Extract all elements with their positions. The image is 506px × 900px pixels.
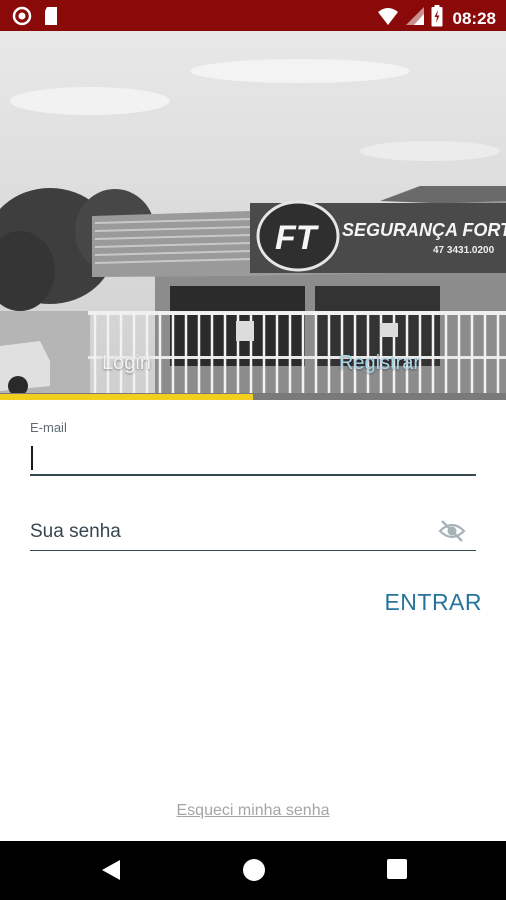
recents-icon[interactable] [386,858,408,885]
forgot-password-link[interactable]: Esqueci minha senha [0,802,506,820]
wifi-icon [377,6,399,31]
tab-registrar[interactable]: Registrar [253,352,506,382]
navigation-bar [0,841,506,900]
sign-logo: FT [275,219,320,257]
storefront-photo: FT SEGURANÇA FORTE 47 3431.0200 [0,31,506,400]
header-photo: FT SEGURANÇA FORTE 47 3431.0200 [0,31,506,400]
email-label: E-mail [30,420,67,435]
record-icon [12,6,32,31]
status-time: 08:28 [452,8,496,28]
signal-icon [405,6,425,31]
email-field[interactable] [30,440,476,476]
password-placeholder: Sua senha [30,521,121,542]
sd-card-icon [42,6,60,31]
tab-login[interactable]: Login [0,352,253,382]
eye-off-icon[interactable] [438,519,466,543]
tab-indicator [0,394,253,400]
sign-phone: 47 3431.0200 [433,245,495,256]
text-cursor [31,446,33,470]
battery-icon [431,5,443,32]
sign-brand: SEGURANÇA FORTE [342,220,506,240]
password-field[interactable]: Sua senha [30,514,476,551]
home-icon[interactable] [242,858,266,887]
entrar-button[interactable]: ENTRAR [384,589,482,616]
back-icon[interactable] [100,858,122,887]
status-bar: 08:28 [0,0,506,31]
